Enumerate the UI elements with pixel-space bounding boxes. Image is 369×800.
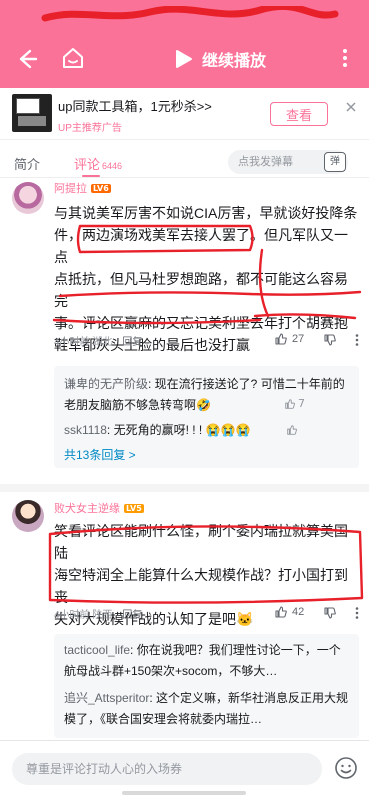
comment-input[interactable]: 尊重是评论打动人心的入场券 <box>12 753 322 785</box>
username-text: 阿提拉 <box>54 183 87 195</box>
tab-intro[interactable]: 简介 <box>14 154 40 173</box>
tab-bar: 简介 评论 6446 点我发弹幕 弹 <box>0 146 369 178</box>
comment-count-badge: 6446 <box>102 161 123 171</box>
like-button[interactable]: 42 <box>274 605 304 619</box>
comment-line: 与其说美军厉害不如说CIA厉害，早就谈好投降条 <box>54 205 358 221</box>
avatar[interactable] <box>12 182 44 214</box>
ad-subtitle: UP主推荐广告 <box>58 123 122 134</box>
reply-button[interactable]: 回复 <box>122 337 142 348</box>
reply-item[interactable]: 追兴_Attsperitor: 这个定义嘛，新华社消息反正用大规模了，《联合国安… <box>64 688 350 730</box>
more-dots-icon[interactable] <box>350 606 364 620</box>
thumbs-down-icon[interactable] <box>323 606 337 620</box>
tab-comments[interactable]: 评论 6446 <box>74 154 122 173</box>
level-badge: LV5 <box>124 504 144 513</box>
comment-username[interactable]: 败犬女主逆缘 LV5 <box>54 500 144 516</box>
home-indicator <box>122 791 246 795</box>
comment-input-bar: 尊重是评论打动人心的入场券 <box>0 740 369 800</box>
reply-item[interactable]: ssk1118: 无死角的赢呀! ! ! 😭😭😭 <box>64 420 350 441</box>
play-icon <box>176 50 192 68</box>
level-badge: LV6 <box>91 184 111 193</box>
emoji-icon[interactable] <box>334 756 358 780</box>
avatar[interactable] <box>12 500 44 532</box>
resume-play-label: 继续播放 <box>202 51 267 70</box>
thumbs-up-icon <box>275 333 287 345</box>
reply-item[interactable]: tacticool_life: 你在说我吧？我们理性讨论一下，一个航母战斗群+1… <box>64 640 350 682</box>
home-icon[interactable] <box>60 45 86 71</box>
comment-line: 事。评论区赢麻的又忘记美利坚去年打个胡赛抱 <box>54 315 348 331</box>
reply-button[interactable]: 回复 <box>122 610 142 621</box>
comment-time-location: 4小时前 陕西 <box>54 610 113 621</box>
reply-username[interactable]: ssk1118 <box>64 423 107 437</box>
comment-line: 件，两边演场戏美军去接人罢了。但凡军队又一点 <box>54 227 348 265</box>
reply-like-button[interactable] <box>286 424 298 436</box>
more-dots-icon[interactable] <box>350 333 364 347</box>
reply-preview-box[interactable]: tacticool_life: 你在说我吧？我们理性讨论一下，一个航母战斗群+1… <box>54 634 359 738</box>
ad-view-button[interactable]: 查看 <box>270 102 328 126</box>
thumbs-up-icon <box>285 398 295 409</box>
comment-line: 海空特润全上能算什么大规模作战？打小国打到丧 <box>54 567 348 605</box>
comment-username[interactable]: 阿提拉 LV6 <box>54 180 111 196</box>
tab-comments-label: 评论 <box>74 157 101 172</box>
like-button[interactable]: 27 <box>274 332 304 346</box>
reply-like-button[interactable]: 7 <box>284 397 305 410</box>
comment-time-location: 4小时前 湖北 <box>54 337 113 348</box>
resume-play-button[interactable]: 继续播放 <box>172 44 266 74</box>
player-bar: 继续播放 <box>0 30 369 88</box>
thumbs-down-icon[interactable] <box>323 333 337 347</box>
like-count: 42 <box>292 606 305 618</box>
close-icon[interactable] <box>344 100 358 114</box>
reply-text: : 无死角的赢呀! ! ! 😭😭😭 <box>106 423 251 437</box>
ad-card[interactable]: up同款工具箱，1元秒杀>> UP主推荐广告 查看 <box>0 88 369 140</box>
like-count: 27 <box>292 333 305 345</box>
reply-like-count: 7 <box>298 397 305 410</box>
status-bar <box>0 0 369 30</box>
reply-preview-box[interactable]: 谦卑的无产阶级: 现在流行接送论了? 可惜二十年前的老朋友脑筋不够急转弯啊🤣 7… <box>54 366 359 468</box>
back-arrow-icon[interactable] <box>12 45 40 73</box>
comment-line: 点抵抗，但凡马杜罗想跑路，都不可能这么容易完 <box>54 271 348 309</box>
username-text: 败犬女主逆缘 <box>54 503 120 515</box>
comment-line: 笑看评论区能刷什么怪，刷个委内瑞拉就算美国陆 <box>54 523 348 561</box>
view-more-replies-link[interactable]: 共13条回复 > <box>64 446 136 463</box>
danmaku-toggle-icon[interactable]: 弹 <box>324 152 346 172</box>
comment-meta: 4小时前 湖北 回复 <box>54 333 142 348</box>
reply-username[interactable]: 追兴_Attsperitor <box>64 691 149 705</box>
more-icon[interactable] <box>333 46 357 70</box>
redaction-scribble <box>41 6 339 22</box>
reply-item[interactable]: 谦卑的无产阶级: 现在流行接送论了? 可惜二十年前的老朋友脑筋不够急转弯啊🤣 <box>64 374 350 416</box>
thumbs-up-icon <box>287 425 297 435</box>
comment-divider <box>0 484 369 492</box>
ad-thumbnail <box>12 94 52 132</box>
ad-title[interactable]: up同款工具箱，1元秒杀>> <box>58 96 212 115</box>
reply-username[interactable]: tacticool_life <box>64 643 130 657</box>
active-tab-indicator <box>82 175 100 177</box>
comment-meta: 4小时前 陕西 回复 <box>54 606 142 621</box>
reply-username[interactable]: 谦卑的无产阶级 <box>64 377 148 391</box>
thumbs-up-icon <box>275 606 287 618</box>
